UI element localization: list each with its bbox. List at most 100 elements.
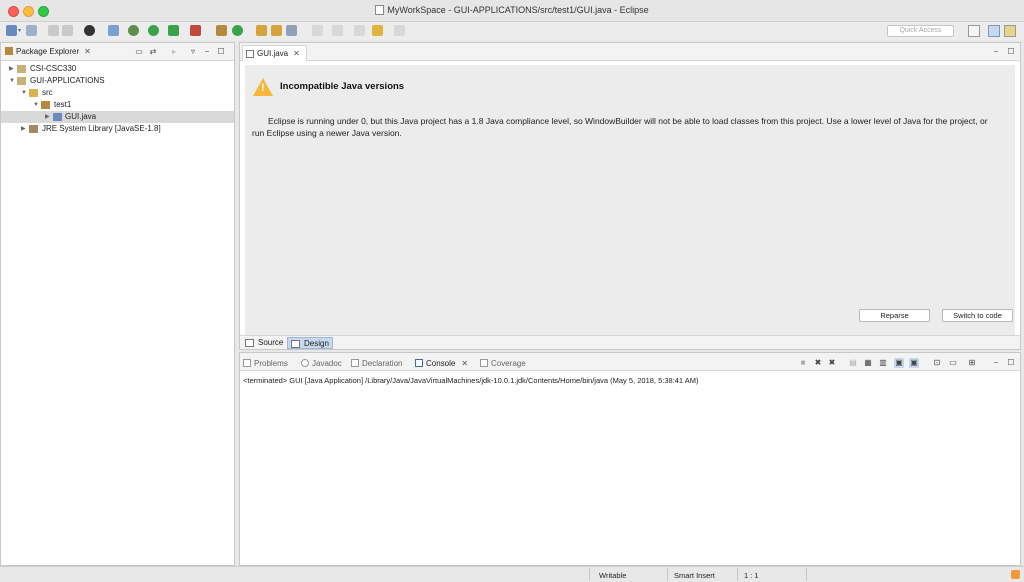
chevron-down-icon[interactable]: ▼: [21, 87, 27, 99]
switch-to-code-button[interactable]: Switch to code: [942, 309, 1013, 322]
document-icon: [375, 5, 385, 15]
open-perspective-icon[interactable]: [968, 25, 980, 37]
console-icon: [415, 359, 423, 367]
next-annotation-icon[interactable]: [312, 25, 323, 36]
tree-item-csi-csc330[interactable]: ▶ CSI-CSC330: [1, 63, 234, 75]
writable-status: Writable: [599, 571, 627, 580]
tab-label: Javadoc: [312, 359, 342, 368]
tree-item-label: GUI-APPLICATIONS: [30, 76, 105, 85]
close-icon[interactable]: ✕: [84, 47, 91, 56]
windowbuilder-error-page: ! Incompatible Java versions Eclipse is …: [245, 65, 1015, 335]
tab-problems[interactable]: Problems: [243, 359, 288, 368]
editor-tab-bar: GUI.java ✕ − ☐: [240, 43, 1020, 61]
new-dropdown-icon[interactable]: ▾: [18, 27, 21, 34]
package-icon: [41, 101, 50, 109]
package-explorer-label: Package Explorer: [16, 47, 80, 56]
open-type-icon[interactable]: [256, 25, 267, 36]
title-bar: MyWorkSpace - GUI-APPLICATIONS/src/test1…: [0, 0, 1024, 22]
maximize-icon[interactable]: ☐: [1006, 358, 1016, 368]
declaration-icon: [351, 359, 359, 367]
chevron-down-icon[interactable]: ▼: [9, 75, 15, 87]
project-tree: ▶ CSI-CSC330 ▼ GUI-APPLICATIONS ▼ src ▼ …: [1, 61, 234, 135]
coverage-icon: [480, 359, 488, 367]
pin-console-icon[interactable]: ⊡: [932, 358, 942, 368]
tab-package-explorer[interactable]: Package Explorer ✕: [5, 47, 91, 56]
clear-console-icon[interactable]: ▤: [848, 358, 858, 368]
new-icon[interactable]: [6, 25, 17, 36]
tree-item-src[interactable]: ▼ src: [1, 87, 234, 99]
status-divider: [737, 568, 738, 581]
close-icon[interactable]: ✕: [293, 49, 300, 58]
show-on-output-icon[interactable]: ▣: [894, 358, 904, 368]
maximize-icon[interactable]: ☐: [216, 47, 226, 57]
tree-item-gui-applications[interactable]: ▼ GUI-APPLICATIONS: [1, 75, 234, 87]
maximize-icon[interactable]: ☐: [1006, 47, 1016, 57]
scroll-lock-icon[interactable]: ▦: [863, 358, 873, 368]
external-tools-icon[interactable]: [190, 25, 201, 36]
minimize-icon[interactable]: −: [991, 358, 1001, 368]
rss-icon[interactable]: [1011, 570, 1020, 579]
debug-icon[interactable]: [128, 25, 139, 36]
tree-item-label: src: [42, 88, 53, 97]
print-icon[interactable]: [62, 25, 73, 36]
coverage-icon[interactable]: [168, 25, 179, 36]
minimize-icon[interactable]: −: [991, 47, 1001, 57]
minimize-icon[interactable]: −: [202, 47, 212, 57]
tab-gui-java[interactable]: GUI.java ✕: [242, 45, 307, 61]
tree-item-label: CSI-CSC330: [30, 64, 77, 73]
tree-item-test1[interactable]: ▼ test1: [1, 99, 234, 111]
link-with-editor-icon[interactable]: ⇄: [148, 47, 158, 57]
tree-item-jre-library[interactable]: ▶ JRE System Library [JavaSE-1.8]: [1, 123, 234, 135]
remove-all-launches-icon[interactable]: ✖: [827, 358, 837, 368]
run-icon[interactable]: [148, 25, 159, 36]
chevron-down-icon[interactable]: ▼: [33, 99, 39, 111]
status-divider: [589, 568, 590, 581]
new-java-class-icon[interactable]: [232, 25, 243, 36]
previous-annotation-icon[interactable]: [332, 25, 343, 36]
back-icon[interactable]: [372, 25, 383, 36]
remove-launch-icon[interactable]: ✖: [813, 358, 823, 368]
java-file-icon: [246, 50, 254, 58]
focus-icon[interactable]: ▸: [169, 47, 179, 57]
new-java-package-icon[interactable]: [216, 25, 227, 36]
save-icon[interactable]: [26, 25, 37, 36]
tab-console[interactable]: Console ✕: [415, 359, 468, 368]
tree-item-gui-java[interactable]: ▶ GUI.java: [1, 111, 234, 123]
package-explorer-icon: [5, 47, 13, 55]
open-console-icon[interactable]: ⊞: [967, 358, 977, 368]
java-perspective-icon[interactable]: [988, 25, 1000, 37]
word-wrap-icon[interactable]: ▥: [878, 358, 888, 368]
view-menu-icon[interactable]: ▿: [188, 47, 198, 57]
window-title: MyWorkSpace - GUI-APPLICATIONS/src/test1…: [387, 5, 649, 15]
javadoc-icon: [301, 359, 309, 367]
tab-label: Console: [426, 359, 456, 368]
library-icon: [29, 125, 38, 133]
tab-declaration[interactable]: Declaration: [351, 359, 402, 368]
chevron-right-icon[interactable]: ▶: [45, 111, 50, 123]
chevron-right-icon[interactable]: ▶: [9, 63, 14, 75]
tab-source[interactable]: Source: [242, 337, 286, 349]
close-icon[interactable]: ✕: [461, 359, 468, 368]
display-console-icon[interactable]: ▭: [948, 358, 958, 368]
forward-icon[interactable]: [394, 25, 405, 36]
save-all-icon[interactable]: [48, 25, 59, 36]
source-tab-label: Source: [258, 338, 284, 347]
terminate-icon[interactable]: ■: [798, 358, 808, 368]
skip-breakpoints-icon[interactable]: [108, 25, 119, 36]
tab-design[interactable]: Design: [287, 337, 333, 349]
cursor-position-status: 1 : 1: [744, 571, 759, 580]
collapse-all-icon[interactable]: ▭: [134, 47, 144, 57]
search-icon[interactable]: [286, 25, 297, 36]
last-edit-location-icon[interactable]: [354, 25, 365, 36]
console-view: Problems Javadoc Declaration Console ✕ Co…: [239, 352, 1021, 566]
tab-coverage[interactable]: Coverage: [480, 359, 526, 368]
show-on-error-icon[interactable]: ▣: [909, 358, 919, 368]
tab-label: Coverage: [491, 359, 526, 368]
chevron-right-icon[interactable]: ▶: [21, 123, 26, 135]
quick-access-input[interactable]: Quick Access: [887, 25, 954, 37]
debug-perspective-icon[interactable]: [1004, 25, 1016, 37]
reparse-button[interactable]: Reparse: [859, 309, 930, 322]
tab-javadoc[interactable]: Javadoc: [301, 359, 342, 368]
account-icon[interactable]: [84, 25, 95, 36]
open-task-icon[interactable]: [271, 25, 282, 36]
